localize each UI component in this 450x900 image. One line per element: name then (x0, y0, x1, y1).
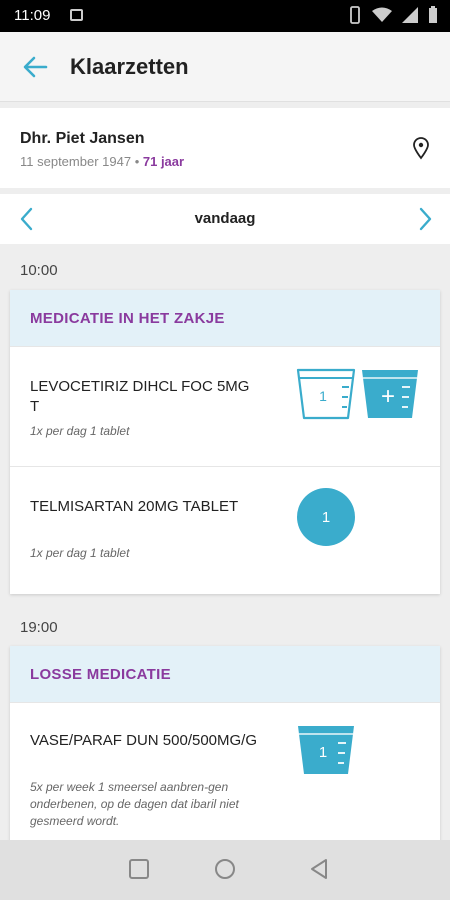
medication-dose: 1x per dag 1 tablet (30, 546, 130, 560)
vibrate-icon (350, 6, 360, 24)
patient-birthdate: 11 september 1947 (20, 154, 132, 169)
patient-meta: 11 september 1947 • 71 jaar (20, 154, 184, 169)
medication-card: MEDICATIE IN HET ZAKJE LEVOCETIRIZ DIHCL… (10, 290, 440, 594)
day-label: vandaag (194, 210, 256, 227)
medication-dose: 1x per dag 1 tablet (30, 424, 130, 438)
back-arrow-icon[interactable] (20, 52, 50, 82)
medication-item: VASE/PARAF DUN 500/500MG/G 5x per week 1… (10, 702, 440, 846)
home-icon[interactable] (214, 858, 236, 880)
card-header-title: LOSSE MEDICATIE (30, 665, 171, 683)
cup-count-text: 1 (319, 388, 327, 404)
cup-count-text: 1 (319, 744, 327, 761)
patient-name: Dhr. Piet Jansen (20, 130, 145, 147)
card-header: LOSSE MEDICATIE (10, 646, 440, 702)
recent-apps-icon[interactable] (128, 858, 150, 880)
tablet-count-button[interactable]: 1 (296, 487, 356, 547)
cup-outline-icon[interactable]: 1 (296, 367, 356, 421)
tablet-count-text: 1 (322, 509, 330, 526)
medication-item: TELMISARTAN 20MG TABLET 1x per dag 1 tab… (10, 466, 440, 594)
cup-filled-icon[interactable]: 1 (296, 723, 356, 777)
patient-age: 71 jaar (142, 154, 185, 169)
card-header: MEDICATIE IN HET ZAKJE (10, 290, 440, 346)
medication-name: TELMISARTAN 20MG TABLET (30, 498, 239, 515)
patient-info: Dhr. Piet Jansen 11 september 1947 • 71 … (0, 108, 450, 188)
system-nav-bar (0, 840, 450, 900)
wifi-icon (372, 7, 392, 22)
status-time: 11:09 (14, 7, 51, 24)
card-header-title: MEDICATIE IN HET ZAKJE (30, 309, 225, 327)
medication-dose: 5x per week 1 smeersel aanbren-gen onder… (30, 780, 239, 828)
time-slot-label: 10:00 (20, 262, 58, 279)
chevron-right-icon[interactable] (414, 206, 436, 232)
page-title: Klaarzetten (70, 54, 189, 79)
time-slot-label: 19:00 (20, 619, 58, 636)
status-icons (348, 6, 438, 24)
medication-card: LOSSE MEDICATIE VASE/PARAF DUN 500/500MG… (10, 646, 440, 846)
app-bar: Klaarzetten (0, 32, 450, 102)
medication-name: VASE/PARAF DUN 500/500MG/G (30, 732, 258, 749)
signal-icon (402, 7, 418, 23)
back-triangle-icon[interactable] (308, 858, 330, 880)
add-cup-button[interactable]: + (360, 367, 420, 421)
image-notification-icon (70, 9, 83, 21)
day-navigator: vandaag (0, 194, 450, 244)
medication-name: LEVOCETIRIZ DIHCL FOC 5MG T (30, 378, 250, 415)
medication-item: LEVOCETIRIZ DIHCL FOC 5MG T 1x per dag 1… (10, 346, 440, 466)
meta-separator: • (134, 154, 140, 169)
add-cup-plus: + (381, 383, 395, 410)
location-pin-icon[interactable] (412, 136, 430, 160)
battery-icon (429, 6, 437, 23)
status-bar: 11:09 (0, 0, 450, 32)
